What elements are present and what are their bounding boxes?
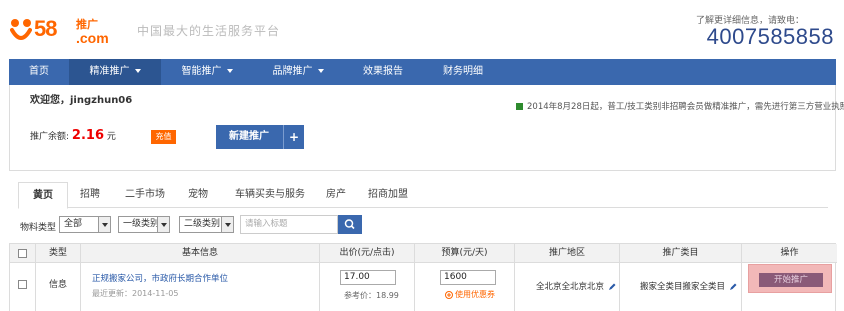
material-type-select[interactable]: 全部 <box>59 216 111 233</box>
hotline-phone: 4007585858 <box>706 24 834 49</box>
header-bid: 出价(元/点击) <box>320 244 415 263</box>
pencil-icon[interactable] <box>729 283 737 291</box>
header-action: 操作 <box>780 248 799 258</box>
material-type-label: 物料类型 <box>20 223 57 233</box>
row-basic-info: 正规搬家公司，市政府长期合作单位 最近更新：2014-11-05 <box>81 263 320 311</box>
nav-item-label: 精准推广 <box>89 66 130 77</box>
notice-text: 2014年8月28日起，普工/技工类别非招聘会员做精准推广，需先进行第三方营业执… <box>527 102 844 112</box>
row-checkbox[interactable] <box>18 280 27 289</box>
coupon-label: 使用优惠券 <box>455 290 495 299</box>
account-panel: 欢迎您，jingzhun06 2014年8月28日起，普工/技工类别非招聘会员做… <box>9 85 844 171</box>
table-row: 信息 正规搬家公司，市政府长期合作单位 最近更新：2014-11-05 17.0… <box>10 263 837 311</box>
category1-select[interactable]: 一级类别 <box>118 216 170 233</box>
row-updated: 最近更新：2014-11-05 <box>92 289 179 298</box>
select-value: 全部 <box>64 219 83 229</box>
dropdown-arrow-icon <box>221 217 233 232</box>
header-region: 推广地区 <box>515 244 620 263</box>
search-icon <box>344 219 355 230</box>
tab-second-hand[interactable]: 二手市场 <box>114 182 176 208</box>
tab-vehicles[interactable]: 车辆买卖与服务 <box>224 182 316 208</box>
header-category: 推广类目 <box>620 244 742 263</box>
header-type: 类型 <box>36 244 81 263</box>
budget-input[interactable]: 1600 <box>440 270 496 285</box>
dropdown-arrow-icon <box>157 217 169 232</box>
row-region-cell: 全北京全北京北京 <box>515 263 620 311</box>
row-category-cell: 搬家全类目搬家全类目 <box>620 263 742 311</box>
category-text: 搬家全类目搬家全类目 <box>640 280 737 292</box>
region-text: 全北京全北京北京 <box>536 280 616 292</box>
search-button[interactable] <box>338 215 362 234</box>
promotion-table: 类型 基本信息 出价(元/点击) 预算(元/天) 推广地区 推广类目 操作 信息… <box>9 243 837 311</box>
slogan: 中国最大的生活服务平台 <box>137 24 281 38</box>
row-type: 信息 <box>36 263 81 311</box>
balance-value: 2.16 <box>71 128 104 143</box>
tab-yellow-pages[interactable]: 黄页 <box>18 182 68 209</box>
nav-item-brand[interactable]: 品牌推广 <box>253 59 343 85</box>
start-promotion-button[interactable]: 开始推广 <box>759 273 823 287</box>
category2-select[interactable]: 二级类别 <box>179 216 234 233</box>
category-value: 搬家全类目搬家全类目 <box>640 282 726 292</box>
category-tabs: 黄页 招聘 二手市场 宠物 车辆买卖与服务 房产 招商加盟 <box>18 182 828 209</box>
nav-item-finance[interactable]: 财务明细 <box>423 59 503 85</box>
nav-item-label: 智能推广 <box>181 66 222 77</box>
tab-real-estate[interactable]: 房产 <box>316 182 356 208</box>
nav-item-smart[interactable]: 智能推广 <box>161 59 253 85</box>
nav-item-label: 效果报告 <box>363 66 403 77</box>
notice-icon <box>516 103 523 110</box>
chevron-down-icon <box>317 69 324 73</box>
pencil-icon[interactable] <box>608 283 616 291</box>
table-header: 类型 基本信息 出价(元/点击) 预算(元/天) 推广地区 推广类目 操作 <box>10 244 837 263</box>
search-input[interactable]: 请输入标题 <box>240 215 338 234</box>
tab-pets[interactable]: 宠物 <box>178 182 218 208</box>
bid-input[interactable]: 17.00 <box>340 270 396 285</box>
dropdown-arrow-icon <box>98 217 110 232</box>
recharge-button[interactable]: 充值 <box>151 130 176 144</box>
nav-item-precise[interactable]: 精准推广 <box>69 59 161 85</box>
notice: 2014年8月28日起，普工/技工类别非招聘会员做精准推广，需先进行第三方营业执… <box>516 100 844 112</box>
select-value: 二级类别 <box>184 219 221 229</box>
row-bid-cell: 17.00 参考价：18.99 <box>320 263 415 311</box>
chevron-down-icon <box>226 69 233 73</box>
balance-unit: 元 <box>106 132 116 142</box>
reference-price: 参考价：18.99 <box>344 291 399 300</box>
select-value: 一级类别 <box>123 219 160 229</box>
tab-franchise[interactable]: 招商加盟 <box>360 182 416 208</box>
coupon-link[interactable]: 使用优惠券 <box>445 289 495 300</box>
chevron-down-icon <box>134 69 141 73</box>
nav-item-report[interactable]: 效果报告 <box>343 59 423 85</box>
header-budget: 预算(元/天) <box>415 244 515 263</box>
filter-bar: 物料类型 全部 一级类别 二级类别 请输入标题 <box>18 214 828 236</box>
balance: 推广余额: 2.16 元 <box>30 128 116 143</box>
nav-item-label: 品牌推广 <box>272 66 313 77</box>
plus-circle-icon <box>445 290 453 299</box>
header: 58 推广 .com 中国最大的生活服务平台 了解更详细信息，请致电： 4007… <box>0 0 844 59</box>
logo[interactable]: 58 推广 .com <box>10 12 130 48</box>
balance-label: 推广余额: <box>30 132 70 142</box>
select-all-cell <box>10 244 36 263</box>
logo-face-icon <box>10 19 32 40</box>
nav-item-home[interactable]: 首页 <box>9 59 69 85</box>
select-all-checkbox[interactable] <box>18 249 27 258</box>
row-title-link[interactable]: 正规搬家公司，市政府长期合作单位 <box>92 272 228 284</box>
row-select-cell <box>10 263 36 311</box>
row-budget-cell: 1600 使用优惠券 <box>415 263 515 311</box>
main-nav: 首页 精准推广 智能推广 品牌推广 效果报告 财务明细 <box>9 59 836 85</box>
new-promotion-button[interactable]: 新建推广 + <box>216 125 304 149</box>
new-promotion-label: 新建推广 <box>229 131 269 142</box>
logo-com: .com <box>76 30 109 46</box>
plus-icon: + <box>283 125 304 149</box>
start-promotion-highlight: 开始推广 <box>748 264 832 293</box>
nav-item-label: 首页 <box>29 66 49 77</box>
tab-jobs[interactable]: 招聘 <box>70 182 110 208</box>
nav-item-label: 财务明细 <box>443 66 483 77</box>
region-value: 全北京全北京北京 <box>536 282 605 292</box>
header-basic-info: 基本信息 <box>81 244 320 263</box>
logo-58: 58 <box>34 16 58 41</box>
welcome-text: 欢迎您，jingzhun06 <box>30 95 133 106</box>
